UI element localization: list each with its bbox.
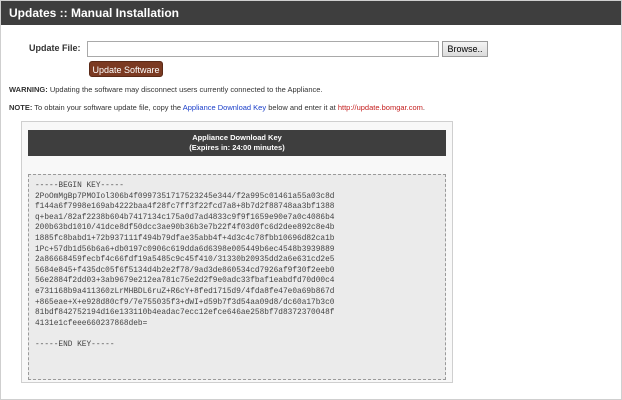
warning-text: Updating the software may disconnect use… (47, 85, 323, 94)
download-key-title: Appliance Download Key (192, 133, 282, 142)
note-message: NOTE: To obtain your software update fil… (9, 103, 425, 112)
warning-label: WARNING: (9, 85, 48, 94)
page-title: Updates :: Manual Installation (1, 1, 621, 25)
update-software-button[interactable]: Update Software (89, 61, 163, 77)
download-key-text[interactable]: -----BEGIN KEY----- 2PoOmMgBp7PMOIol306b… (35, 181, 334, 351)
appliance-download-key-link[interactable]: Appliance Download Key (183, 103, 266, 112)
update-file-label: Update File: (29, 43, 81, 53)
update-file-row: Update File: Browse.. (29, 41, 609, 57)
download-key-panel: Appliance Download Key (Expires in: 24:0… (21, 121, 453, 383)
warning-message: WARNING: Updating the software may disco… (9, 85, 323, 94)
manual-installation-panel: Updates :: Manual Installation Update Fi… (0, 0, 622, 400)
download-key-expiry: (Expires in: 24:00 minutes) (189, 143, 285, 152)
note-text-after: . (422, 103, 425, 112)
update-site-link[interactable]: http://update.bomgar.com (338, 103, 423, 112)
download-key-header: Appliance Download Key (Expires in: 24:0… (28, 130, 446, 156)
note-label: NOTE: (9, 103, 33, 112)
download-key-box[interactable]: -----BEGIN KEY----- 2PoOmMgBp7PMOIol306b… (28, 174, 446, 380)
update-file-input[interactable] (87, 41, 439, 57)
browse-button[interactable]: Browse.. (442, 41, 488, 57)
note-text-before: To obtain your software update file, cop… (32, 103, 183, 112)
note-text-middle: below and enter it at (266, 103, 338, 112)
